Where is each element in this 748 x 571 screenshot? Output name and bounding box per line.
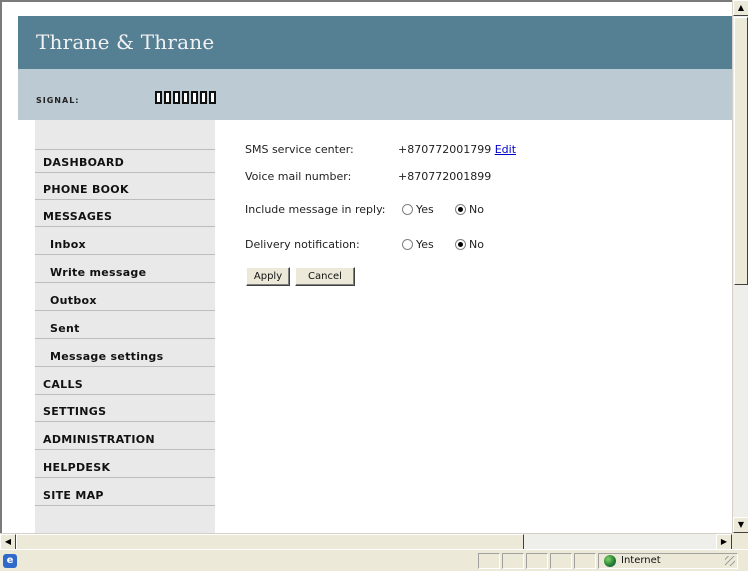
scroll-down-icon[interactable]: ▼ bbox=[733, 517, 748, 533]
delivery-label: Delivery notification: bbox=[245, 238, 360, 251]
signal-bar: SIGNAL: bbox=[18, 69, 732, 120]
sidebar-item-label: MESSAGES bbox=[43, 210, 113, 223]
sidebar-item-dashboard[interactable]: DASHBOARD bbox=[35, 151, 215, 173]
sidebar-item-outbox[interactable]: Outbox bbox=[35, 289, 215, 311]
page-status-icon: e bbox=[3, 554, 17, 568]
scroll-right-icon[interactable]: ▶ bbox=[716, 534, 732, 550]
sidebar-item-inbox[interactable]: Inbox bbox=[35, 233, 215, 255]
signal-bar-3 bbox=[173, 91, 180, 104]
sidebar-item-label: SETTINGS bbox=[43, 405, 107, 418]
radio-selected-icon[interactable] bbox=[455, 204, 466, 215]
scroll-left-icon[interactable]: ◀ bbox=[0, 534, 16, 550]
sidebar-nav: DASHBOARD PHONE BOOK MESSAGES Inbox Writ… bbox=[35, 120, 215, 533]
status-segment bbox=[574, 553, 596, 569]
delivery-yes-label: Yes bbox=[416, 238, 434, 251]
sidebar-item-site-map[interactable]: SITE MAP bbox=[35, 484, 215, 506]
vertical-scroll-thumb[interactable] bbox=[734, 17, 748, 285]
delivery-no-label: No bbox=[469, 238, 484, 251]
delivery-yes-option[interactable]: Yes bbox=[402, 238, 434, 251]
sidebar-item-label: Inbox bbox=[50, 238, 86, 251]
include-reply-no-label: No bbox=[469, 203, 484, 216]
sidebar-item-phone-book[interactable]: PHONE BOOK bbox=[35, 178, 215, 200]
vertical-scrollbar[interactable]: ▲ ▼ bbox=[732, 0, 748, 533]
signal-bar-2 bbox=[164, 91, 171, 104]
sidebar-item-helpdesk[interactable]: HELPDESK bbox=[35, 456, 215, 478]
scroll-up-icon[interactable]: ▲ bbox=[733, 0, 748, 16]
sidebar-item-messages[interactable]: MESSAGES bbox=[35, 205, 215, 227]
signal-bar-1 bbox=[155, 91, 162, 104]
radio-icon[interactable] bbox=[402, 204, 413, 215]
sidebar-item-settings[interactable]: SETTINGS bbox=[35, 400, 215, 422]
sidebar-item-label: Message settings bbox=[50, 350, 164, 363]
sms-center-number: +870772001799 bbox=[398, 143, 492, 156]
sidebar-item-label: ADMINISTRATION bbox=[43, 433, 155, 446]
delivery-no-option[interactable]: No bbox=[455, 238, 484, 251]
edit-link[interactable]: Edit bbox=[495, 143, 516, 156]
include-reply-yes-option[interactable]: Yes bbox=[402, 203, 434, 216]
sidebar-item-label: DASHBOARD bbox=[43, 156, 125, 169]
zone-label: Internet bbox=[621, 555, 661, 566]
signal-bar-5 bbox=[191, 91, 198, 104]
radio-selected-icon[interactable] bbox=[455, 239, 466, 250]
sidebar-item-administration[interactable]: ADMINISTRATION bbox=[35, 428, 215, 450]
sidebar-item-write-message[interactable]: Write message bbox=[35, 261, 215, 283]
signal-strength-indicator bbox=[155, 91, 216, 104]
voicemail-value: +870772001899 bbox=[398, 170, 492, 183]
include-reply-yes-label: Yes bbox=[416, 203, 434, 216]
status-bar: e Internet bbox=[0, 549, 748, 571]
sidebar-item-label: CALLS bbox=[43, 378, 84, 391]
sidebar-item-message-settings[interactable]: Message settings bbox=[35, 345, 215, 367]
page-header: Thrane & Thrane bbox=[18, 16, 732, 69]
voicemail-label: Voice mail number: bbox=[245, 170, 352, 183]
horizontal-scroll-thumb[interactable] bbox=[16, 534, 524, 550]
radio-icon[interactable] bbox=[402, 239, 413, 250]
sidebar-item-calls[interactable]: CALLS bbox=[35, 373, 215, 395]
scrollbar-corner bbox=[732, 533, 748, 549]
status-segment bbox=[478, 553, 500, 569]
resize-grip-icon[interactable] bbox=[725, 556, 735, 566]
sidebar-item-label: PHONE BOOK bbox=[43, 183, 129, 196]
sidebar-item-label: Sent bbox=[50, 322, 80, 335]
sidebar-item-label: SITE MAP bbox=[43, 489, 104, 502]
signal-label: SIGNAL: bbox=[36, 96, 80, 105]
sidebar-item-label: HELPDESK bbox=[43, 461, 111, 474]
signal-bar-7 bbox=[209, 91, 216, 104]
security-zone: Internet bbox=[598, 553, 738, 569]
horizontal-scrollbar[interactable]: ◀ ▶ bbox=[0, 533, 732, 550]
sidebar-item-label: Write message bbox=[50, 266, 147, 279]
brand-logo: Thrane & Thrane bbox=[36, 30, 215, 54]
signal-bar-6 bbox=[200, 91, 207, 104]
signal-bar-4 bbox=[182, 91, 189, 104]
cancel-button[interactable]: Cancel bbox=[295, 267, 355, 286]
apply-button[interactable]: Apply bbox=[246, 267, 290, 286]
status-segment bbox=[526, 553, 548, 569]
include-reply-no-option[interactable]: No bbox=[455, 203, 484, 216]
include-reply-label: Include message in reply: bbox=[245, 203, 386, 216]
status-segment bbox=[502, 553, 524, 569]
sidebar-item-label: Outbox bbox=[50, 294, 97, 307]
sidebar-divider bbox=[35, 149, 215, 150]
sidebar-item-sent[interactable]: Sent bbox=[35, 317, 215, 339]
sms-center-value: +870772001799 Edit bbox=[398, 143, 516, 156]
status-segment bbox=[550, 553, 572, 569]
sms-center-label: SMS service center: bbox=[245, 143, 354, 156]
globe-icon bbox=[604, 555, 616, 567]
browser-viewport: Thrane & Thrane SIGNAL: DASHBOARD PHONE … bbox=[0, 0, 732, 533]
